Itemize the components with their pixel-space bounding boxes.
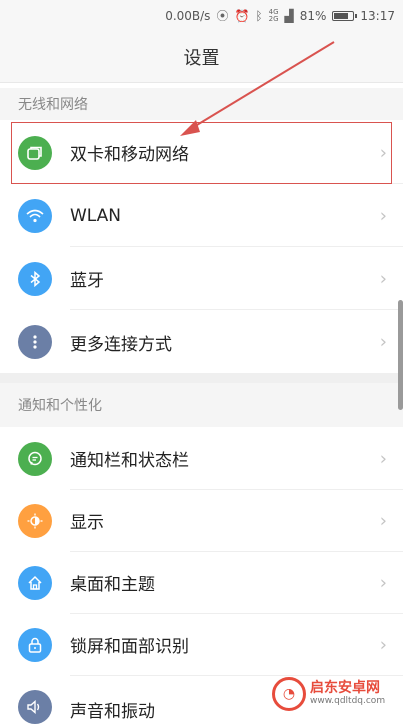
chevron-right-icon: › [379, 268, 387, 290]
sound-icon [18, 690, 52, 724]
watermark-name: 启东安卓网 [310, 680, 380, 696]
scrollbar[interactable] [398, 300, 403, 410]
watermark: ◔ 启东安卓网 www.qdltdq.com [272, 672, 403, 715]
settings-item-notification-bar[interactable]: 通知栏和状态栏 › [0, 428, 403, 490]
watermark-url: www.qdltdq.com [310, 696, 386, 706]
bluetooth-status-icon: ᛒ [255, 9, 263, 23]
more-icon [18, 325, 52, 359]
status-bar: 0.00B/s ⦿ ⏰ ᛒ 4G 2G ▟ 81% 13:17 [0, 0, 403, 32]
settings-item-label: 蓝牙 [70, 248, 403, 310]
chevron-right-icon: › [379, 448, 387, 470]
battery-fill [334, 13, 349, 19]
chevron-right-icon: › [379, 142, 387, 164]
chevron-right-icon: › [379, 572, 387, 594]
network-type-indicator: 4G 2G [268, 8, 279, 23]
settings-item-label: 通知栏和状态栏 [70, 428, 403, 490]
dual-sim-icon [18, 136, 52, 170]
settings-item-more-connections[interactable]: 更多连接方式 › [0, 311, 403, 373]
signal-icon: ▟ [284, 9, 294, 23]
chevron-right-icon: › [379, 634, 387, 656]
page-title: 设置 [183, 48, 220, 69]
section-divider [0, 373, 403, 383]
network-speed: 0.00B/s [165, 9, 211, 23]
settings-item-desktop-theme[interactable]: 桌面和主题 › [0, 552, 403, 614]
settings-item-label: 显示 [70, 490, 403, 552]
battery-percent: 81% [299, 9, 327, 23]
display-icon [18, 504, 52, 538]
settings-item-label: 更多连接方式 [70, 334, 172, 355]
settings-item-label: 双卡和移动网络 [70, 122, 403, 184]
settings-item-dual-sim[interactable]: 双卡和移动网络 › [0, 122, 403, 184]
settings-item-bluetooth[interactable]: 蓝牙 › [0, 248, 403, 310]
battery-icon [332, 11, 358, 21]
section-header-notifications: 通知和个性化 [0, 383, 403, 427]
page-header: 设置 [0, 32, 403, 83]
watermark-logo-icon: ◔ [272, 676, 306, 711]
status-time: 13:17 [360, 9, 395, 23]
bluetooth-icon [18, 262, 52, 296]
settings-item-wlan[interactable]: WLAN › [0, 185, 403, 247]
settings-item-label: 锁屏和面部识别 [70, 614, 403, 676]
lock-icon [18, 628, 52, 662]
alarm-icon: ⏰ [234, 9, 250, 23]
chevron-right-icon: › [379, 331, 387, 353]
section-header-wireless: 无线和网络 [0, 88, 403, 120]
settings-item-label: WLAN [70, 185, 403, 247]
wifi-icon [18, 199, 52, 233]
home-icon [18, 566, 52, 600]
settings-item-label: 桌面和主题 [70, 552, 403, 614]
chevron-right-icon: › [379, 205, 387, 227]
chevron-right-icon: › [379, 510, 387, 532]
settings-item-display[interactable]: 显示 › [0, 490, 403, 552]
notification-icon [18, 442, 52, 476]
location-icon: ⦿ [216, 9, 229, 23]
settings-item-lockscreen-face[interactable]: 锁屏和面部识别 › [0, 614, 403, 676]
